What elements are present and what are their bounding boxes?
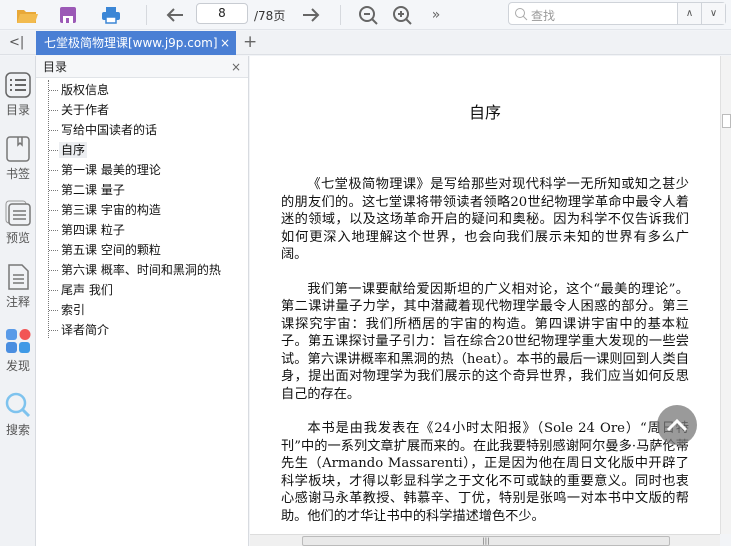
toc-item[interactable]: 尾声 我们 — [49, 280, 223, 300]
toc-item-label: 关于作者 — [61, 103, 110, 117]
discover-icon — [6, 329, 31, 353]
search-box[interactable]: 查找 ∧ ∨ — [508, 2, 726, 25]
preview-icon — [5, 200, 31, 226]
toc-item[interactable]: 第五课 空间的颗粒 — [49, 240, 223, 260]
toc-item[interactable]: 第一课 最美的理论 — [49, 160, 223, 180]
toc-title: 目录 — [43, 60, 68, 74]
rail-item-search[interactable]: 搜索 — [0, 392, 36, 438]
more-icon[interactable]: » — [425, 4, 447, 26]
tab-title: 七堂极简物理课[www.j9p.com] — [44, 36, 218, 50]
toc-item[interactable]: 索引 — [49, 300, 223, 320]
toc-item-label: 写给中国读者的话 — [61, 123, 158, 137]
toc-item-label: 第二课 量子 — [61, 183, 125, 197]
toolbar: 8 /78页 » 查找 ∧ ∨ — [0, 0, 731, 30]
toc-item[interactable]: 第三课 宇宙的构造 — [49, 200, 223, 220]
paragraph: 《七堂极简物理课》是写给那些对现代科学一无所知或知之甚少的朋友们的。这七堂课将带… — [281, 177, 689, 262]
toc-item-label: 第六课 概率、时间和黑洞的热 — [61, 263, 221, 277]
open-folder-icon[interactable] — [16, 4, 38, 26]
toc-item-label: 自序 — [59, 142, 88, 158]
toc-panel: 目录 × 版权信息关于作者写给中国读者的话 自序第一课 最美的理论 第二课 量子第三课… — [36, 56, 249, 546]
toc-item[interactable]: 第四课 粒子 — [49, 220, 223, 240]
vertical-scrollbar[interactable] — [720, 56, 731, 534]
list-icon — [5, 72, 31, 98]
toc-item[interactable]: 自序 — [49, 140, 223, 160]
rail-item-toc[interactable]: 目录 — [0, 72, 36, 118]
search-input[interactable]: 查找 — [531, 7, 555, 24]
tab-bar: <| 七堂极简物理课[www.j9p.com] × + — [0, 31, 731, 55]
add-tab-icon[interactable]: + — [243, 32, 257, 52]
rail-item-bookmark[interactable]: 书签 — [0, 136, 36, 182]
toc-item-label: 版权信息 — [61, 83, 110, 97]
tab-document[interactable]: 七堂极简物理课[www.j9p.com] × — [36, 31, 236, 55]
zoom-out-icon[interactable] — [357, 4, 379, 26]
prev-page-icon[interactable] — [164, 4, 186, 26]
toc-header: 目录 × — [36, 56, 248, 78]
toc-item[interactable]: 版权信息 — [49, 80, 223, 100]
toc-item[interactable]: 译者简介 — [49, 320, 223, 340]
close-tab-icon[interactable]: × — [220, 31, 230, 55]
toc-item[interactable]: 第二课 量子 — [49, 180, 223, 200]
paragraph: 我们第一课要献给爱因斯坦的广义相对论，这个“最美的理论”。第二课讲量子力学，其中… — [281, 281, 689, 402]
toc-item[interactable]: 第六课 概率、时间和黑洞的热 — [49, 260, 223, 280]
toc-item-label: 第一课 最美的理论 — [61, 163, 161, 177]
horizontal-scrollbar[interactable]: ||| — [250, 534, 720, 546]
print-icon[interactable] — [100, 4, 122, 26]
page-number-input[interactable]: 8 — [196, 3, 248, 24]
rail-item-notes[interactable]: 注释 — [0, 264, 36, 310]
toc-list: 版权信息关于作者写给中国读者的话 自序第一课 最美的理论 第二课 量子第三课 宇宙的… — [48, 80, 223, 338]
toc-item-label: 译者简介 — [61, 323, 110, 337]
toc-item-label: 第四课 粒子 — [61, 223, 125, 237]
search-icon — [5, 392, 31, 418]
page-total: /78页 — [254, 9, 286, 23]
toc-item[interactable]: 关于作者 — [49, 100, 223, 120]
search-prev-button[interactable]: ∧ — [677, 3, 701, 24]
toc-item[interactable]: 写给中国读者的话 — [49, 120, 223, 140]
collapse-sidebar-icon[interactable]: <| — [9, 35, 24, 50]
next-page-icon[interactable] — [300, 4, 322, 26]
scroll-thumb[interactable] — [722, 114, 731, 128]
rail-item-preview[interactable]: 预览 — [0, 200, 36, 246]
search-next-button[interactable]: ∨ — [701, 3, 725, 24]
toc-item-label: 第三课 宇宙的构造 — [61, 203, 161, 217]
zoom-in-icon[interactable] — [391, 4, 413, 26]
page-title: 自序 — [468, 103, 501, 122]
close-toc-icon[interactable]: × — [231, 56, 241, 78]
back-to-top-button[interactable] — [657, 405, 697, 445]
save-icon[interactable] — [57, 4, 79, 26]
scroll-thumb[interactable]: ||| — [302, 536, 670, 546]
toc-item-label: 尾声 我们 — [61, 283, 113, 297]
rail-item-discover[interactable]: 发现 — [0, 328, 36, 374]
toc-item-label: 索引 — [61, 303, 86, 317]
toc-item-label: 第五课 空间的颗粒 — [61, 243, 161, 257]
note-icon — [8, 264, 29, 290]
side-rail: 目录 书签 预览 注释 发现 搜索 — [0, 56, 36, 546]
document-view: 自序 《七堂极简物理课》是写给那些对现代科学一无所知或知之甚少的朋友们的。这七堂… — [250, 56, 720, 534]
bookmark-icon — [6, 136, 30, 162]
chevron-up-icon — [666, 418, 688, 432]
search-icon — [515, 8, 528, 21]
paragraph: 本书是由我发表在《24小时太阳报》（Sole 24 Ore）“周日特刊”中的一系… — [281, 421, 689, 524]
